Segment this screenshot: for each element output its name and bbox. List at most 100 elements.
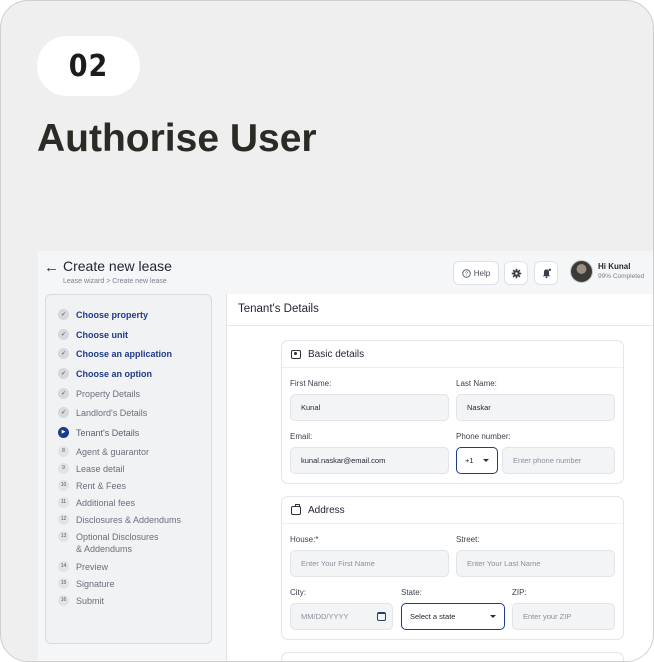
sidebar-step[interactable]: 12 Disclosures & Addendums: [58, 514, 181, 526]
sidebar-step-label: Choose an option: [76, 368, 152, 380]
help-button[interactable]: ? Help: [453, 261, 499, 285]
phone-number-field[interactable]: Enter phone number: [502, 447, 615, 474]
sidebar-step[interactable]: 15 Signature: [58, 578, 115, 590]
phone-label: Phone number:: [456, 432, 511, 441]
user-greeting: Hi Kunal: [598, 262, 631, 271]
country-code-select[interactable]: +1: [456, 447, 498, 474]
avatar[interactable]: [570, 260, 593, 283]
sidebar-step[interactable]: 8 Agent & guarantor: [58, 446, 149, 458]
check-icon: ✓: [58, 348, 69, 359]
first-name-field[interactable]: Kunal: [290, 394, 449, 421]
zip-label: ZIP:: [512, 588, 527, 597]
house-field[interactable]: Enter Your First Name: [290, 550, 449, 577]
sidebar-step-text: Property Details: [76, 389, 141, 399]
main-panel: Tenant's Details Basic details First Nam…: [226, 294, 653, 661]
sidebar-step-label: Choose unit: [76, 329, 128, 341]
sidebar-step-text: Choose unit: [76, 330, 128, 340]
city-field[interactable]: MM/DD/YYYY: [290, 603, 393, 630]
sidebar-step[interactable]: 10 Rent & Fees: [58, 480, 126, 492]
back-arrow-icon[interactable]: ←: [44, 259, 59, 276]
sidebar-step[interactable]: 14 Preview: [58, 561, 108, 573]
sidebar-step-text: Landlord's Details: [76, 408, 148, 418]
sidebar-step-text: Choose an option: [76, 369, 152, 379]
sidebar-step-text: Signature: [76, 579, 115, 589]
sidebar-step[interactable]: 16 Submit: [58, 595, 104, 607]
basic-details-heading: Basic details: [308, 348, 365, 360]
check-icon: ✓: [58, 388, 69, 399]
country-code-value: +1: [465, 456, 474, 465]
address-icon: [291, 503, 301, 515]
address-header: Address: [282, 497, 623, 524]
sidebar-step-label: Submit: [76, 595, 104, 607]
chevron-down-icon: [483, 459, 489, 462]
sidebar-step-text: Disclosures & Addendums: [76, 515, 182, 525]
step-number-icon: 9: [58, 463, 69, 474]
next-section-card: [281, 652, 624, 661]
sidebar-step-label: Preview: [76, 561, 108, 573]
sidebar-step[interactable]: ✓ Choose property: [58, 309, 148, 321]
sidebar-step[interactable]: ✓ Landlord's Details: [58, 407, 147, 419]
last-name-label: Last Name:: [456, 379, 497, 388]
step-number-icon: 14: [58, 561, 69, 572]
sidebar-step-label: Disclosures & Addendums: [76, 514, 181, 526]
step-number-icon: 11: [58, 497, 69, 508]
step-number-icon: 12: [58, 514, 69, 525]
sidebar-step-label: Optional Disclosures & Addendums: [76, 531, 159, 555]
check-icon: ✓: [58, 309, 69, 320]
calendar-icon[interactable]: [377, 612, 386, 621]
page-title: Create new lease: [63, 258, 172, 274]
check-icon: ✓: [58, 407, 69, 418]
state-select[interactable]: Select a state: [401, 603, 505, 630]
sidebar-step-label: Choose an application: [76, 348, 172, 360]
help-label: Help: [473, 268, 491, 278]
bell-icon: [542, 268, 551, 278]
sidebar-step-label: Additional fees: [76, 497, 135, 509]
sidebar-step[interactable]: 11 Additional fees: [58, 497, 135, 509]
step-number-icon: 15: [58, 578, 69, 589]
sidebar-step-label: Property Details: [76, 388, 140, 400]
sidebar-step[interactable]: ✓ Choose unit: [58, 329, 128, 341]
user-progress: 99% Completed: [598, 273, 645, 280]
email-field[interactable]: kunal.naskar@email.com: [290, 447, 449, 474]
sidebar-step-text: Choose an application: [76, 349, 173, 359]
street-field[interactable]: Enter Your Last Name: [456, 550, 615, 577]
breadcrumb[interactable]: Lease wizard > Create new lease: [63, 278, 167, 285]
settings-button[interactable]: [504, 261, 528, 285]
street-label: Street:: [456, 535, 480, 544]
sidebar-step[interactable]: ✓ Property Details: [58, 388, 140, 400]
sidebar-step-label: Lease detail: [76, 463, 125, 475]
sidebar-step[interactable]: 9 Lease detail: [58, 463, 125, 475]
basic-details-card: Basic details First Name: Kunal Last Nam…: [281, 340, 624, 484]
step-number-icon: 8: [58, 446, 69, 457]
sidebar-step-text: Tenant's Details: [76, 428, 140, 438]
sidebar-step-text: Rent & Fees: [76, 481, 127, 491]
city-label: City:: [290, 588, 306, 597]
sidebar-step[interactable]: ✓ Choose an application: [58, 348, 172, 360]
sidebar-step[interactable]: ▶ Tenant's Details: [58, 427, 139, 439]
state-value: Select a state: [410, 612, 456, 621]
notifications-button[interactable]: [534, 261, 558, 285]
address-heading: Address: [308, 504, 345, 516]
sidebar-step-text: Lease detail: [76, 464, 125, 474]
sidebar-step[interactable]: 13 Optional Disclosures & Addendums: [58, 531, 159, 555]
step-number-icon: 10: [58, 480, 69, 491]
check-icon: ✓: [58, 329, 69, 340]
house-label: House:*: [290, 535, 319, 544]
sidebar-step-text: Optional Disclosures: [76, 532, 159, 542]
help-icon: ?: [462, 268, 471, 278]
step-number-icon: 13: [58, 531, 69, 542]
sidebar-step-label: Rent & Fees: [76, 480, 126, 492]
zip-field[interactable]: Enter your ZIP: [512, 603, 615, 630]
section-title: Tenant's Details: [227, 294, 653, 326]
sidebar-step-label: Landlord's Details: [76, 407, 147, 419]
wizard-sidebar: ✓ Choose property ✓ Choose unit ✓ Choose an a…: [45, 294, 212, 644]
sidebar-step-text: Preview: [76, 562, 109, 572]
state-label: State:: [401, 588, 422, 597]
email-label: Email:: [290, 432, 313, 441]
sidebar-step-text: Additional fees: [76, 498, 136, 508]
sidebar-step[interactable]: ✓ Choose an option: [58, 368, 152, 380]
top-bar: ← Create new lease Lease wizard > Create…: [38, 251, 653, 293]
sidebar-step-text: & Addendums: [76, 544, 133, 554]
last-name-field[interactable]: Naskar: [456, 394, 615, 421]
id-card-icon: [291, 349, 301, 359]
